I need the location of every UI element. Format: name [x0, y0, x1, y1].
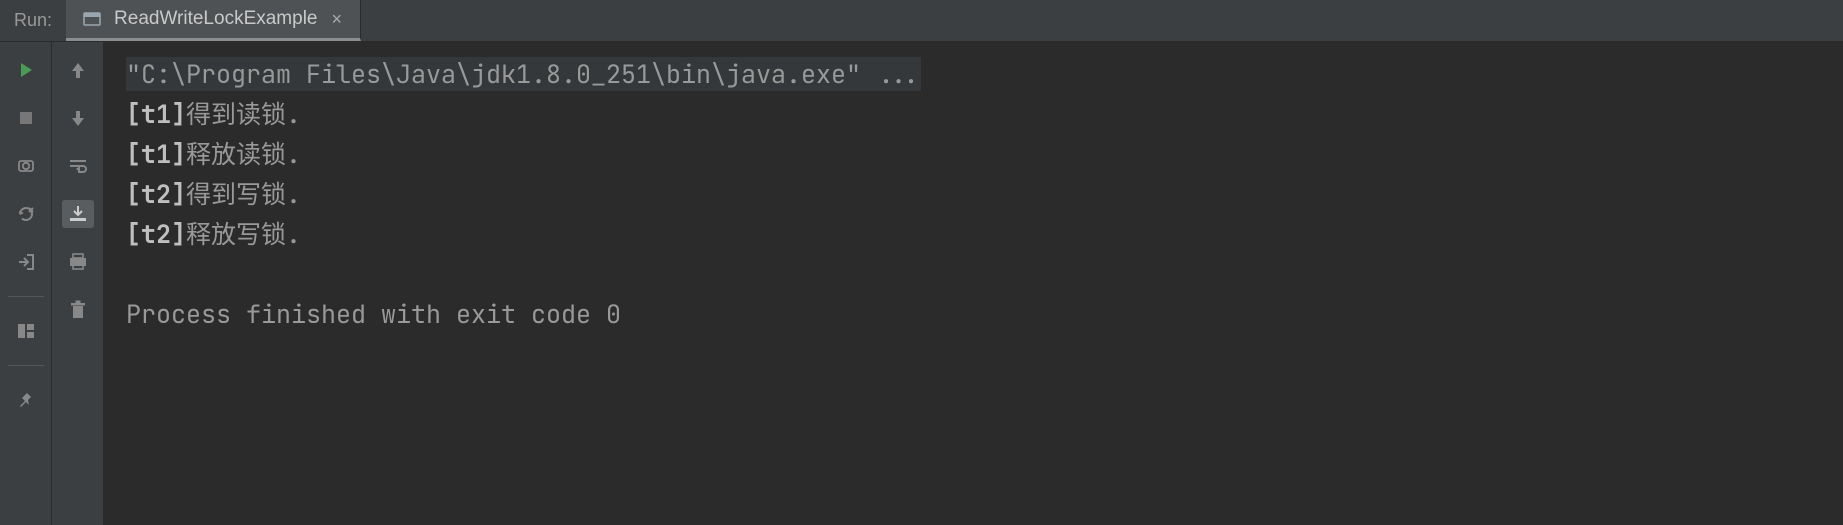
- restart-button[interactable]: [10, 200, 42, 228]
- exit-button[interactable]: [10, 248, 42, 276]
- layout-button[interactable]: [10, 317, 42, 345]
- tab-title: ReadWriteLockExample: [114, 8, 317, 30]
- dump-threads-button[interactable]: [10, 152, 42, 180]
- run-tab[interactable]: ReadWriteLockExample ×: [66, 0, 361, 41]
- scroll-to-end-button[interactable]: [62, 200, 94, 228]
- application-icon: [82, 9, 102, 29]
- run-body: "C:\Program Files\Java\jdk1.8.0_251\bin\…: [0, 42, 1843, 525]
- separator: [8, 296, 44, 297]
- run-header: Run: ReadWriteLockExample ×: [0, 0, 1843, 42]
- console-output[interactable]: "C:\Program Files\Java\jdk1.8.0_251\bin\…: [104, 42, 1843, 525]
- run-label: Run:: [0, 0, 66, 41]
- soft-wrap-button[interactable]: [62, 152, 94, 180]
- output-line: [t2]得到写锁.: [126, 174, 1821, 214]
- blank-line: [126, 254, 1821, 294]
- separator: [8, 365, 44, 366]
- scroll-down-button[interactable]: [62, 104, 94, 132]
- command-line: "C:\Program Files\Java\jdk1.8.0_251\bin\…: [126, 57, 921, 91]
- exit-message: Process finished with exit code 0: [126, 294, 1821, 334]
- clear-button[interactable]: [62, 296, 94, 324]
- rerun-button[interactable]: [10, 56, 42, 84]
- output-line: [t2]释放写锁.: [126, 214, 1821, 254]
- toolbar-console: [52, 42, 104, 525]
- output-line: [t1]得到读锁.: [126, 94, 1821, 134]
- toolbar-left: [0, 42, 52, 525]
- stop-button[interactable]: [10, 104, 42, 132]
- output-line: [t1]释放读锁.: [126, 134, 1821, 174]
- close-icon[interactable]: ×: [330, 7, 345, 32]
- print-button[interactable]: [62, 248, 94, 276]
- scroll-up-button[interactable]: [62, 56, 94, 84]
- pin-button[interactable]: [10, 386, 42, 414]
